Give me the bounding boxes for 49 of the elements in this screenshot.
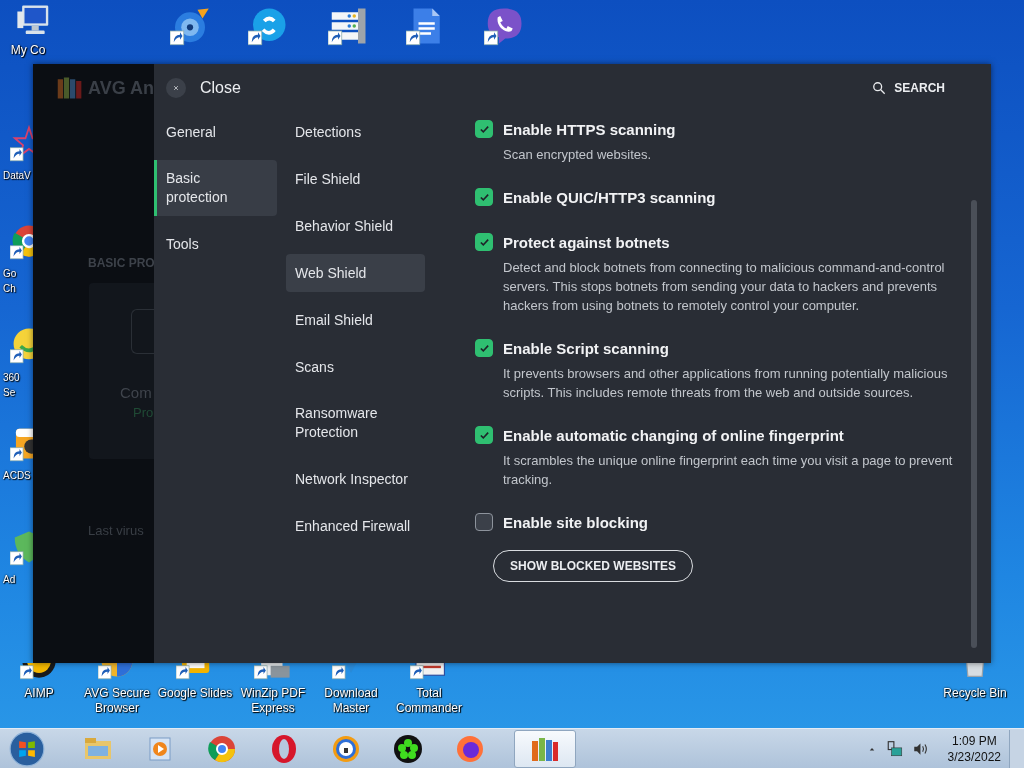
option-description: It scrambles the unique online fingerprint each time you visit a page to prevent tracking.: [503, 452, 953, 489]
option-description: Detect and block botnets from connecting to malicious command-and-control servers. This stops botnets from sending your data to hackers and prevents hackers from using botnets to remotely control your computer.: [503, 259, 946, 315]
section-tab[interactable]: Enhanced Firewall: [286, 507, 425, 545]
server-drawing[interactable]: [328, 6, 368, 46]
clock-date: 3/23/2022: [947, 748, 1001, 765]
option-label: Enable Script scanning: [503, 339, 669, 357]
category-tab[interactable]: General: [154, 113, 277, 151]
option-label: Enable QUIC/HTTP3 scanning: [503, 188, 716, 206]
checkbox[interactable]: [475, 513, 493, 531]
section-tab[interactable]: File Shield: [286, 160, 425, 198]
star-icon[interactable]: [10, 124, 33, 162]
start-button[interactable]: [9, 730, 45, 767]
category-tab[interactable]: Basic protection: [154, 160, 277, 216]
section-tab[interactable]: Detections: [286, 113, 425, 151]
section-tab[interactable]: Behavior Shield: [286, 207, 425, 245]
desktop-icon-label[interactable]: Go Ch: [3, 266, 27, 296]
section-tab[interactable]: Network Inspector: [286, 460, 425, 498]
phone-bubble-icon[interactable]: [484, 6, 524, 46]
search-icon: [872, 81, 887, 95]
chat-bubble-icon[interactable]: [248, 6, 288, 46]
close-button[interactable]: Close: [166, 78, 241, 98]
section-tab[interactable]: Scans: [286, 348, 425, 386]
network-icon[interactable]: [885, 739, 904, 758]
checkbox[interactable]: [475, 233, 493, 251]
section-tab[interactable]: Email Shield: [286, 301, 425, 339]
desktop-icon-label[interactable]: Ad: [3, 572, 27, 587]
search-button[interactable]: SEARCH: [872, 81, 945, 95]
clock[interactable]: 1:09 PM 3/23/2022: [947, 732, 1001, 765]
flower-icon[interactable]: [392, 732, 424, 765]
option-description: It prevents browsers and other applications from running potentially malicious scripts. This includes remote threats from the web and outside sources.: [503, 365, 949, 402]
checkbox[interactable]: [475, 120, 493, 138]
checkbox[interactable]: [475, 426, 493, 444]
checkbox[interactable]: [475, 188, 493, 206]
option-label: Enable HTTPS scanning: [503, 120, 676, 138]
close-icon: [171, 83, 181, 93]
clock-time: 1:09 PM: [951, 732, 997, 749]
option-label: Enable automatic changing of online fingerprint: [503, 426, 844, 444]
scrollbar[interactable]: [971, 200, 977, 648]
category-tab[interactable]: Tools: [154, 225, 277, 263]
option-description: Scan encrypted websites.: [503, 146, 653, 164]
option-label: Protect against botnets: [503, 233, 670, 251]
checkbox[interactable]: [475, 339, 493, 357]
option-label: Enable site blocking: [503, 513, 649, 531]
taskbar-button[interactable]: [514, 729, 576, 768]
desktop-icon-label[interactable]: My Co: [10, 43, 46, 58]
section-tab[interactable]: Web Shield: [286, 254, 425, 292]
section-tab[interactable]: Ransomware Protection: [286, 395, 425, 451]
desktop-icon-label[interactable]: 360 Se: [3, 370, 27, 400]
disc-icon[interactable]: [170, 6, 210, 46]
